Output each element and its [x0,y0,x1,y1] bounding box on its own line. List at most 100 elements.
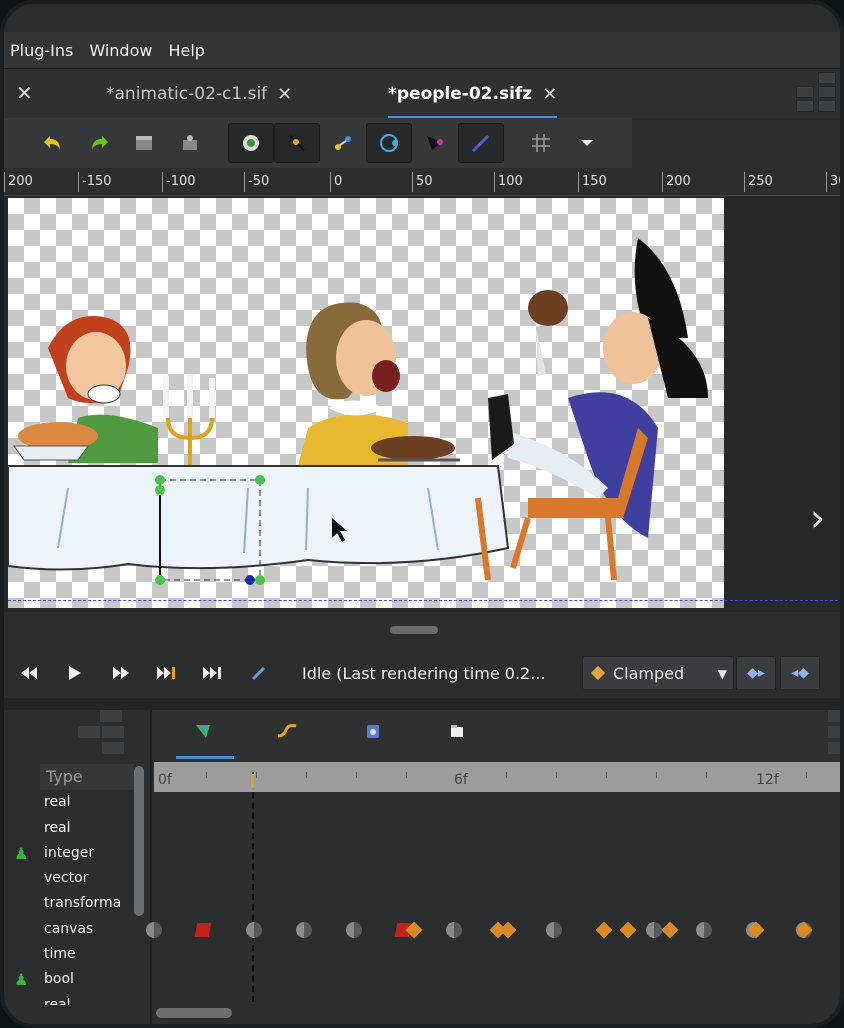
ruler-label: 200 [662,172,691,192]
keyframe-lock-past-icon[interactable]: ◆▸ [736,656,776,690]
tab-label: *animatic-02-c1.sif [106,84,268,104]
animation-mode-icon[interactable] [236,650,282,696]
waypoint[interactable] [661,921,679,939]
waypoint[interactable] [595,921,613,939]
scene-illustration [8,238,708,585]
tab-label: *people-02.sifz [388,84,533,104]
chevron-down-icon: ▼ [717,667,727,681]
menu-window[interactable]: Window [89,41,152,60]
param-type: real [44,820,71,836]
clamped-icon [590,665,606,681]
param-type: bool [44,971,74,987]
render-status: Idle (Last rendering time 0.2... [302,664,546,683]
waypoint[interactable] [296,922,312,938]
menu-plugins[interactable]: Plug-Ins [10,41,73,60]
person-icon: ♟ [14,970,29,989]
param-type: time [44,946,76,962]
ruler-label: 150 [578,172,607,192]
ruler-label: 200 [4,172,33,192]
render-icon[interactable] [122,123,168,163]
radius-handles-icon[interactable] [366,123,412,163]
tangent-handles-icon[interactable] [320,123,366,163]
ruler-label: -50 [243,172,270,192]
waypoint[interactable] [646,922,662,938]
splitter-grip[interactable] [390,626,438,634]
chevron-right-icon[interactable]: › [810,496,825,540]
play-icon[interactable] [52,650,98,696]
canvas-view[interactable]: › [4,196,840,612]
preview-icon[interactable] [168,123,214,163]
ruler-label: 250 [744,172,773,192]
chevron-down-icon[interactable] [564,123,610,163]
ruler-label: 100 [494,172,523,192]
panel-splitter[interactable] [4,612,840,648]
close-icon[interactable]: ✕ [16,81,33,105]
waypoint[interactable] [346,922,362,938]
library-tab-icon[interactable] [364,722,382,745]
ruler-label: 50 [412,172,433,192]
title-bar [4,4,840,32]
time-ruler[interactable]: 0f 6f 12f [154,762,840,792]
onion-skin-icon[interactable] [228,123,274,163]
next-keyframe-icon[interactable] [144,650,190,696]
menu-bar: Plug-Ins Window Help [4,32,840,68]
tool-toolbar [4,118,632,168]
curves-tab-icon[interactable] [276,722,298,745]
canvas-document[interactable] [8,198,724,608]
tab-people[interactable]: *people-02.sifz ✕ [388,69,558,119]
time-cursor[interactable] [252,772,254,1002]
timetrack-panel: 0f 6f 12f [146,710,840,1024]
seek-forward-icon[interactable] [98,650,144,696]
waypoint[interactable] [696,922,712,938]
angle-handles-icon[interactable] [458,123,504,163]
param-type: real [44,794,71,810]
seek-end-icon[interactable] [190,650,236,696]
waypoint[interactable] [246,922,262,938]
undo-icon[interactable] [30,123,76,163]
params-dock-handle[interactable] [4,710,150,762]
close-icon[interactable]: ✕ [542,84,557,105]
timeline-scrollbar[interactable] [156,1008,232,1018]
dock-handle[interactable] [796,72,840,114]
seek-begin-icon[interactable] [6,650,52,696]
keyframe-lock-future-icon[interactable]: ◂◆ [780,656,820,690]
redo-icon[interactable] [76,123,122,163]
time-label: 6f [454,772,468,788]
type-column-header[interactable]: Type [40,764,134,790]
app-window: Plug-Ins Window Help ✕ *animatic-02-c1.s… [0,0,844,1028]
position-handles-icon[interactable] [274,123,320,163]
close-icon[interactable]: ✕ [277,84,292,105]
param-type: integer [44,845,95,861]
waypoint[interactable] [546,922,562,938]
waypoint[interactable] [499,921,517,939]
param-type: real [44,997,71,1005]
waypoint[interactable] [194,923,212,937]
document-tabs: ✕ *animatic-02-c1.sif ✕ *people-02.sifz … [4,68,840,119]
width-handles-icon[interactable] [412,123,458,163]
time-label: 0f [158,772,172,788]
toolbar-spacer [632,118,840,168]
waypoint[interactable] [146,922,162,938]
ruler-label: -100 [162,172,196,192]
waypoint[interactable] [619,921,637,939]
timeline-tabs [152,710,840,760]
interpolation-select[interactable]: Clamped ▼ [582,656,734,690]
interpolation-value: Clamped [613,663,685,683]
param-type: transforma [44,895,122,911]
menu-help[interactable]: Help [168,41,204,60]
waypoint[interactable] [446,922,462,938]
time-cursor-marker[interactable] [251,774,254,788]
ruler-label: 30 [826,172,840,192]
tab-animatic[interactable]: *animatic-02-c1.sif ✕ [106,69,292,119]
params-tab-icon[interactable] [176,722,234,759]
ruler-label: -150 [78,172,112,192]
person-icon: ♟ [14,844,29,863]
panel-separator [4,698,840,710]
params-panel: Type real real ♟ integer vector transfor… [4,710,150,1024]
param-type: canvas [44,921,94,937]
canvas-browser-tab-icon[interactable] [448,722,466,745]
param-type: vector [44,870,89,886]
ruler-label: 0 [329,172,343,192]
grid-icon[interactable] [518,123,564,163]
params-scrollbar[interactable] [134,766,144,916]
